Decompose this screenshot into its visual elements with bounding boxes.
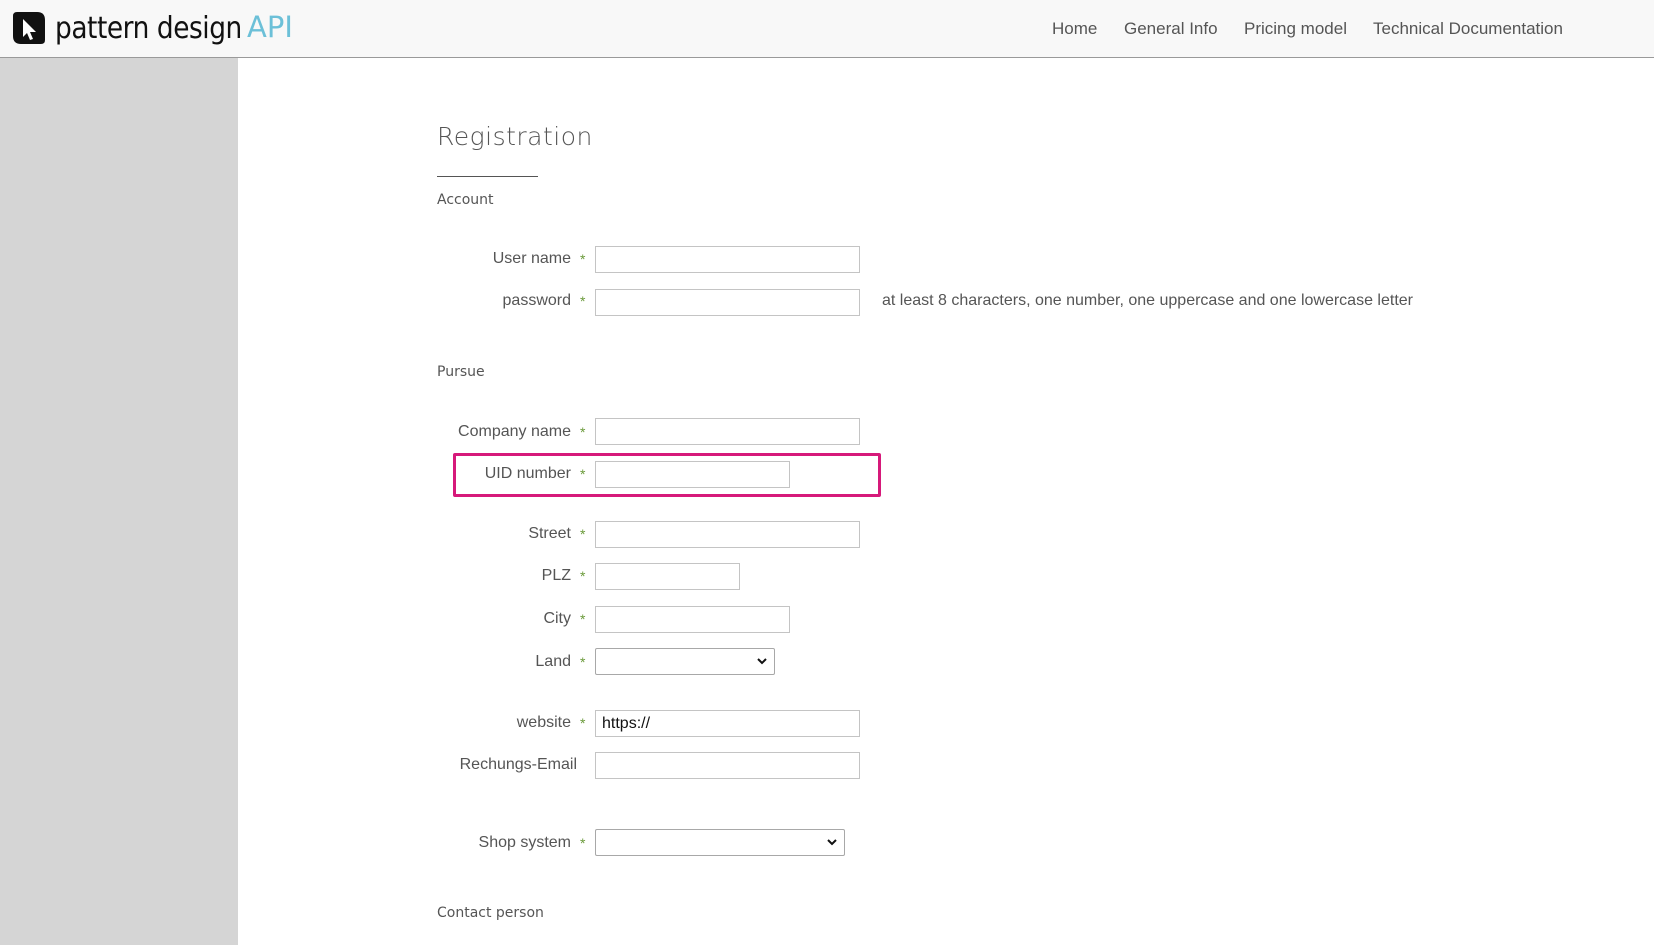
password-input[interactable]: [595, 289, 860, 316]
website-label: website: [516, 714, 571, 731]
land-label: Land: [535, 653, 571, 670]
section-contact-person: Contact person: [437, 905, 544, 921]
top-header: pattern design API Home General Info Pri…: [0, 0, 1654, 58]
shop-system-select[interactable]: [595, 829, 845, 856]
invoice-email-input[interactable]: [595, 752, 860, 779]
password-label: password: [502, 292, 571, 309]
required-marker: *: [580, 293, 586, 309]
plz-label: PLZ: [541, 567, 571, 584]
street-input[interactable]: [595, 521, 860, 548]
required-marker: *: [580, 424, 586, 440]
left-sidebar: [0, 58, 238, 945]
uid-number-input[interactable]: [595, 461, 790, 488]
chevron-down-icon: [757, 658, 767, 665]
nav-technical-documentation[interactable]: Technical Documentation: [1373, 19, 1563, 39]
required-marker: *: [580, 466, 586, 482]
city-label: City: [543, 610, 571, 627]
required-marker: *: [580, 526, 586, 542]
section-account: Account: [437, 192, 494, 208]
required-marker: *: [580, 568, 586, 584]
section-pursue: Pursue: [437, 364, 485, 380]
nav-home[interactable]: Home: [1052, 19, 1097, 39]
company-name-label: Company name: [458, 423, 571, 440]
password-hint: at least 8 characters, one number, one u…: [882, 292, 1413, 309]
nav-pricing-model[interactable]: Pricing model: [1244, 19, 1347, 39]
land-select[interactable]: [595, 648, 775, 675]
username-input[interactable]: [595, 246, 860, 273]
chevron-down-icon: [827, 839, 837, 846]
required-marker: *: [580, 715, 586, 731]
required-marker: *: [580, 835, 586, 851]
username-label: User name: [492, 250, 571, 267]
nav-general-info[interactable]: General Info: [1124, 19, 1218, 39]
main-nav: Home General Info Pricing model Technica…: [0, 0, 1654, 58]
required-marker: *: [580, 654, 586, 670]
title-divider: [437, 176, 538, 177]
city-input[interactable]: [595, 606, 790, 633]
shop-system-label: Shop system: [478, 834, 571, 851]
invoice-email-label: Rechungs-Email: [459, 756, 577, 773]
street-label: Street: [528, 525, 571, 542]
company-name-input[interactable]: [595, 418, 860, 445]
required-marker: *: [580, 611, 586, 627]
website-input[interactable]: [595, 710, 860, 737]
uid-number-label: UID number: [484, 465, 571, 482]
plz-input[interactable]: [595, 563, 740, 590]
page-title: Registration: [437, 122, 593, 151]
required-marker: *: [580, 251, 586, 267]
